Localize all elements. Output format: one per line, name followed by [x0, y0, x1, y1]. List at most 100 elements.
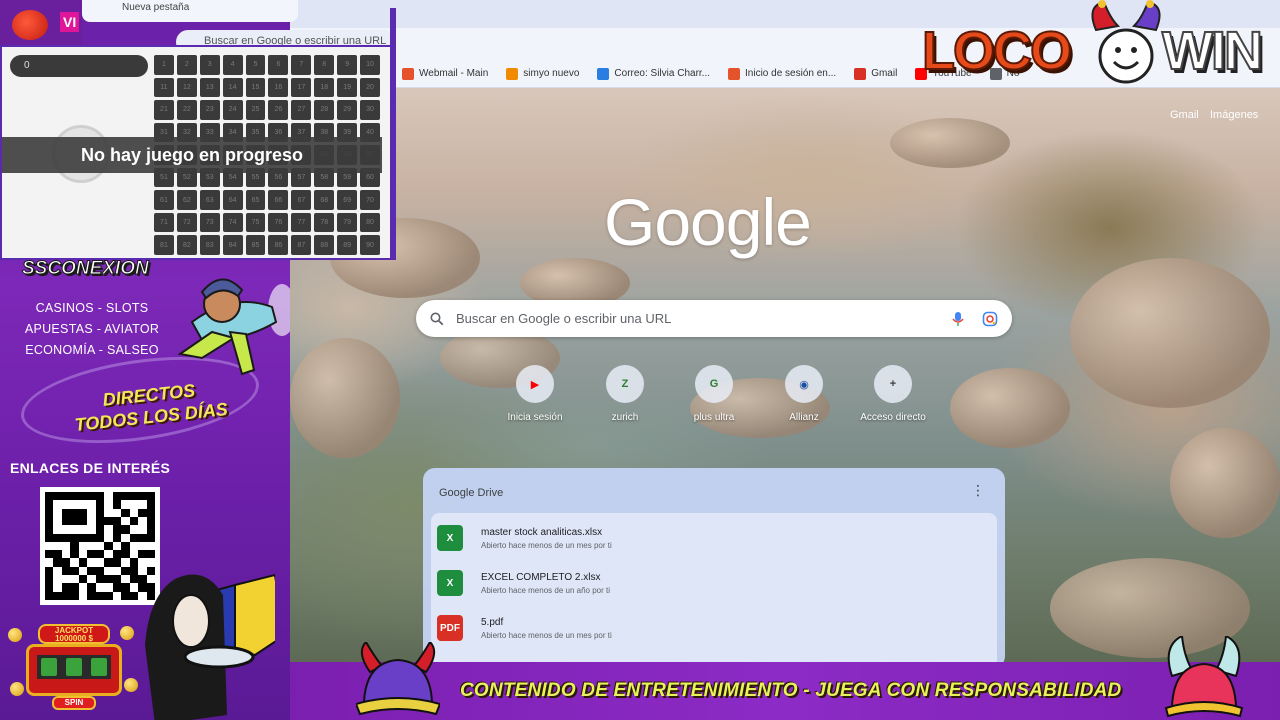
shortcut-favicon-icon: ▶ — [516, 365, 554, 403]
bingo-frame — [390, 8, 396, 260]
bingo-number-cell: 22 — [176, 100, 197, 120]
bingo-number-cell: 2 — [176, 55, 197, 75]
bookmark-favicon-icon — [597, 67, 610, 80]
more-options-icon[interactable]: ⋮ — [971, 482, 985, 499]
bookmark-label: Correo: Silvia Charr... — [614, 68, 711, 79]
bingo-number-cell: 4 — [222, 55, 243, 75]
bingo-number-cell: 67 — [291, 190, 312, 210]
bingo-number-cell: 87 — [291, 235, 312, 255]
bingo-number-cell: 71 — [154, 212, 174, 233]
shortcut-label: Acceso directo — [860, 412, 926, 423]
images-link[interactable]: Imágenes — [1210, 109, 1258, 121]
bookmark-label: simyo nuevo — [523, 68, 580, 79]
bookmark-label: Inicio de sesión en... — [745, 68, 837, 79]
bingo-number-cell: 5 — [245, 55, 266, 75]
google-lens-icon[interactable] — [982, 311, 998, 327]
new-tab-page: Gmail Imágenes Google Buscar en Google o… — [290, 88, 1280, 662]
bingo-number-cell: 9 — [337, 55, 358, 75]
bingo-number-cell: 11 — [154, 77, 174, 98]
gmail-link[interactable]: Gmail — [1170, 109, 1199, 121]
google-logo: Google — [604, 185, 812, 259]
bingo-number-cell: 7 — [291, 55, 312, 75]
bookmark-item[interactable]: Inicio de sesión en... — [728, 67, 837, 80]
bingo-number-cell: 27 — [291, 100, 312, 120]
shortcut-favicon-icon: ◉ — [785, 365, 823, 403]
reel — [41, 658, 58, 676]
winged-helmet-icon — [1164, 636, 1244, 718]
bookmark-item[interactable]: Correo: Silvia Charr... — [597, 67, 711, 80]
ball-counter: 0 — [10, 55, 148, 77]
bingo-number-cell: 64 — [222, 190, 243, 210]
logo-word-win: WIN — [1161, 20, 1264, 82]
reel — [65, 658, 82, 676]
bingo-number-cell: 18 — [314, 77, 335, 98]
file-type-icon: PDF — [437, 615, 463, 641]
loco-win-logo: LOCO WIN — [918, 0, 1280, 90]
bingo-number-cell: 84 — [222, 235, 243, 255]
shortcut-tile[interactable]: ▶ Inicia sesión — [490, 365, 580, 423]
overlay-corner-text: VI — [60, 12, 80, 32]
bingo-number-cell: 75 — [245, 212, 266, 233]
bingo-number-cell: 15 — [245, 77, 266, 98]
bottom-banner: CONTENIDO DE ENTRETENIMIENTO - JUEGA CON… — [290, 636, 1280, 720]
bingo-number-cell: 25 — [245, 100, 266, 120]
shortcut-tile[interactable]: + Acceso directo — [848, 365, 938, 423]
file-type-icon: X — [437, 525, 463, 551]
jester-helmet-icon — [356, 642, 440, 716]
shortcut-label: Allianz — [789, 412, 819, 423]
search-box[interactable]: Buscar en Google o escribir una URL — [416, 300, 1012, 337]
bingo-number-cell: 83 — [199, 235, 220, 255]
bingo-number-cell: 88 — [314, 235, 335, 255]
bingo-number-cell: 1 — [154, 55, 174, 75]
bingo-number-cell: 13 — [199, 77, 220, 98]
bingo-number-cell: 86 — [268, 235, 289, 255]
bingo-number-cell: 80 — [360, 212, 380, 233]
bingo-widget: 0 1 2 3 4 5 6 7 8 9 10 11 12 13 14 15 16 17 18 19 20 21 22 23 2… — [0, 45, 393, 260]
links-heading: ENLACES DE INTERÉS — [10, 460, 171, 476]
bingo-number-cell: 70 — [360, 190, 380, 210]
logo-word-loco: LOCO — [921, 20, 1073, 82]
panel-line-2: APUESTAS - AVIATOR — [24, 322, 160, 336]
google-drive-card: Google Drive ⋮ Xmaster stock analiticas.… — [423, 468, 1005, 662]
bingo-number-cell: 78 — [314, 212, 335, 233]
bookmark-label: Webmail - Main — [419, 68, 489, 79]
bookmark-item[interactable]: Gmail — [854, 67, 898, 80]
bookmark-item[interactable]: Webmail - Main — [402, 67, 489, 80]
shortcut-label: plus ultra — [693, 412, 735, 423]
drive-file-row[interactable]: PDF 5.pdf Abierto hace menos de un mes por… — [437, 608, 987, 648]
coin-icon — [8, 628, 22, 642]
bingo-number-cell: 30 — [360, 100, 380, 120]
bingo-number-cell: 16 — [268, 77, 289, 98]
bookmark-item[interactable]: simyo nuevo — [506, 67, 580, 80]
coin-icon — [120, 626, 134, 640]
no-game-text: No hay juego en progreso — [80, 144, 304, 165]
background-tab[interactable]: Nueva pestaña — [82, 0, 298, 22]
airplane-pilot-icon — [177, 278, 290, 376]
bingo-number-cell: 82 — [176, 235, 197, 255]
bingo-number-cell: 74 — [222, 212, 243, 233]
bingo-number-cell: 3 — [199, 55, 220, 75]
bookmark-label: Gmail — [871, 68, 898, 79]
bingo-number-cell: 26 — [268, 100, 289, 120]
file-name: EXCEL COMPLETO 2.xlsx — [481, 571, 601, 583]
bingo-number-cell: 79 — [337, 212, 358, 233]
bingo-number-cell: 21 — [154, 100, 174, 120]
bingo-number-cell: 81 — [154, 235, 174, 255]
bingo-number-cell: 85 — [245, 235, 266, 255]
drive-file-row[interactable]: Xmaster stock analiticas.xlsx Abierto hac… — [437, 518, 987, 558]
file-opened-info: Abierto hace menos de un mes por ti — [481, 540, 612, 550]
bingo-number-cell: 24 — [222, 100, 243, 120]
shortcut-tile[interactable]: Gplus ultra — [669, 365, 759, 423]
bingo-number-cell: 65 — [245, 190, 266, 210]
drive-title: Google Drive — [439, 487, 504, 499]
bingo-number-cell: 29 — [337, 100, 358, 120]
shortcut-favicon-icon: + — [874, 365, 912, 403]
file-name: master stock analiticas.xlsx — [481, 526, 603, 538]
shortcut-tile[interactable]: Zzurich — [580, 365, 670, 423]
shortcut-label: Inicia sesión — [507, 412, 563, 423]
microphone-icon[interactable] — [952, 311, 964, 327]
bingo-number-cell: 63 — [199, 190, 220, 210]
panel-line-3: ECONOMÍA - SALSEO — [25, 343, 159, 357]
shortcut-tile[interactable]: ◉ Allianz — [759, 365, 849, 423]
drive-file-row[interactable]: X EXCEL COMPLETO 2.xlsx Abierto hace menos… — [437, 563, 987, 603]
